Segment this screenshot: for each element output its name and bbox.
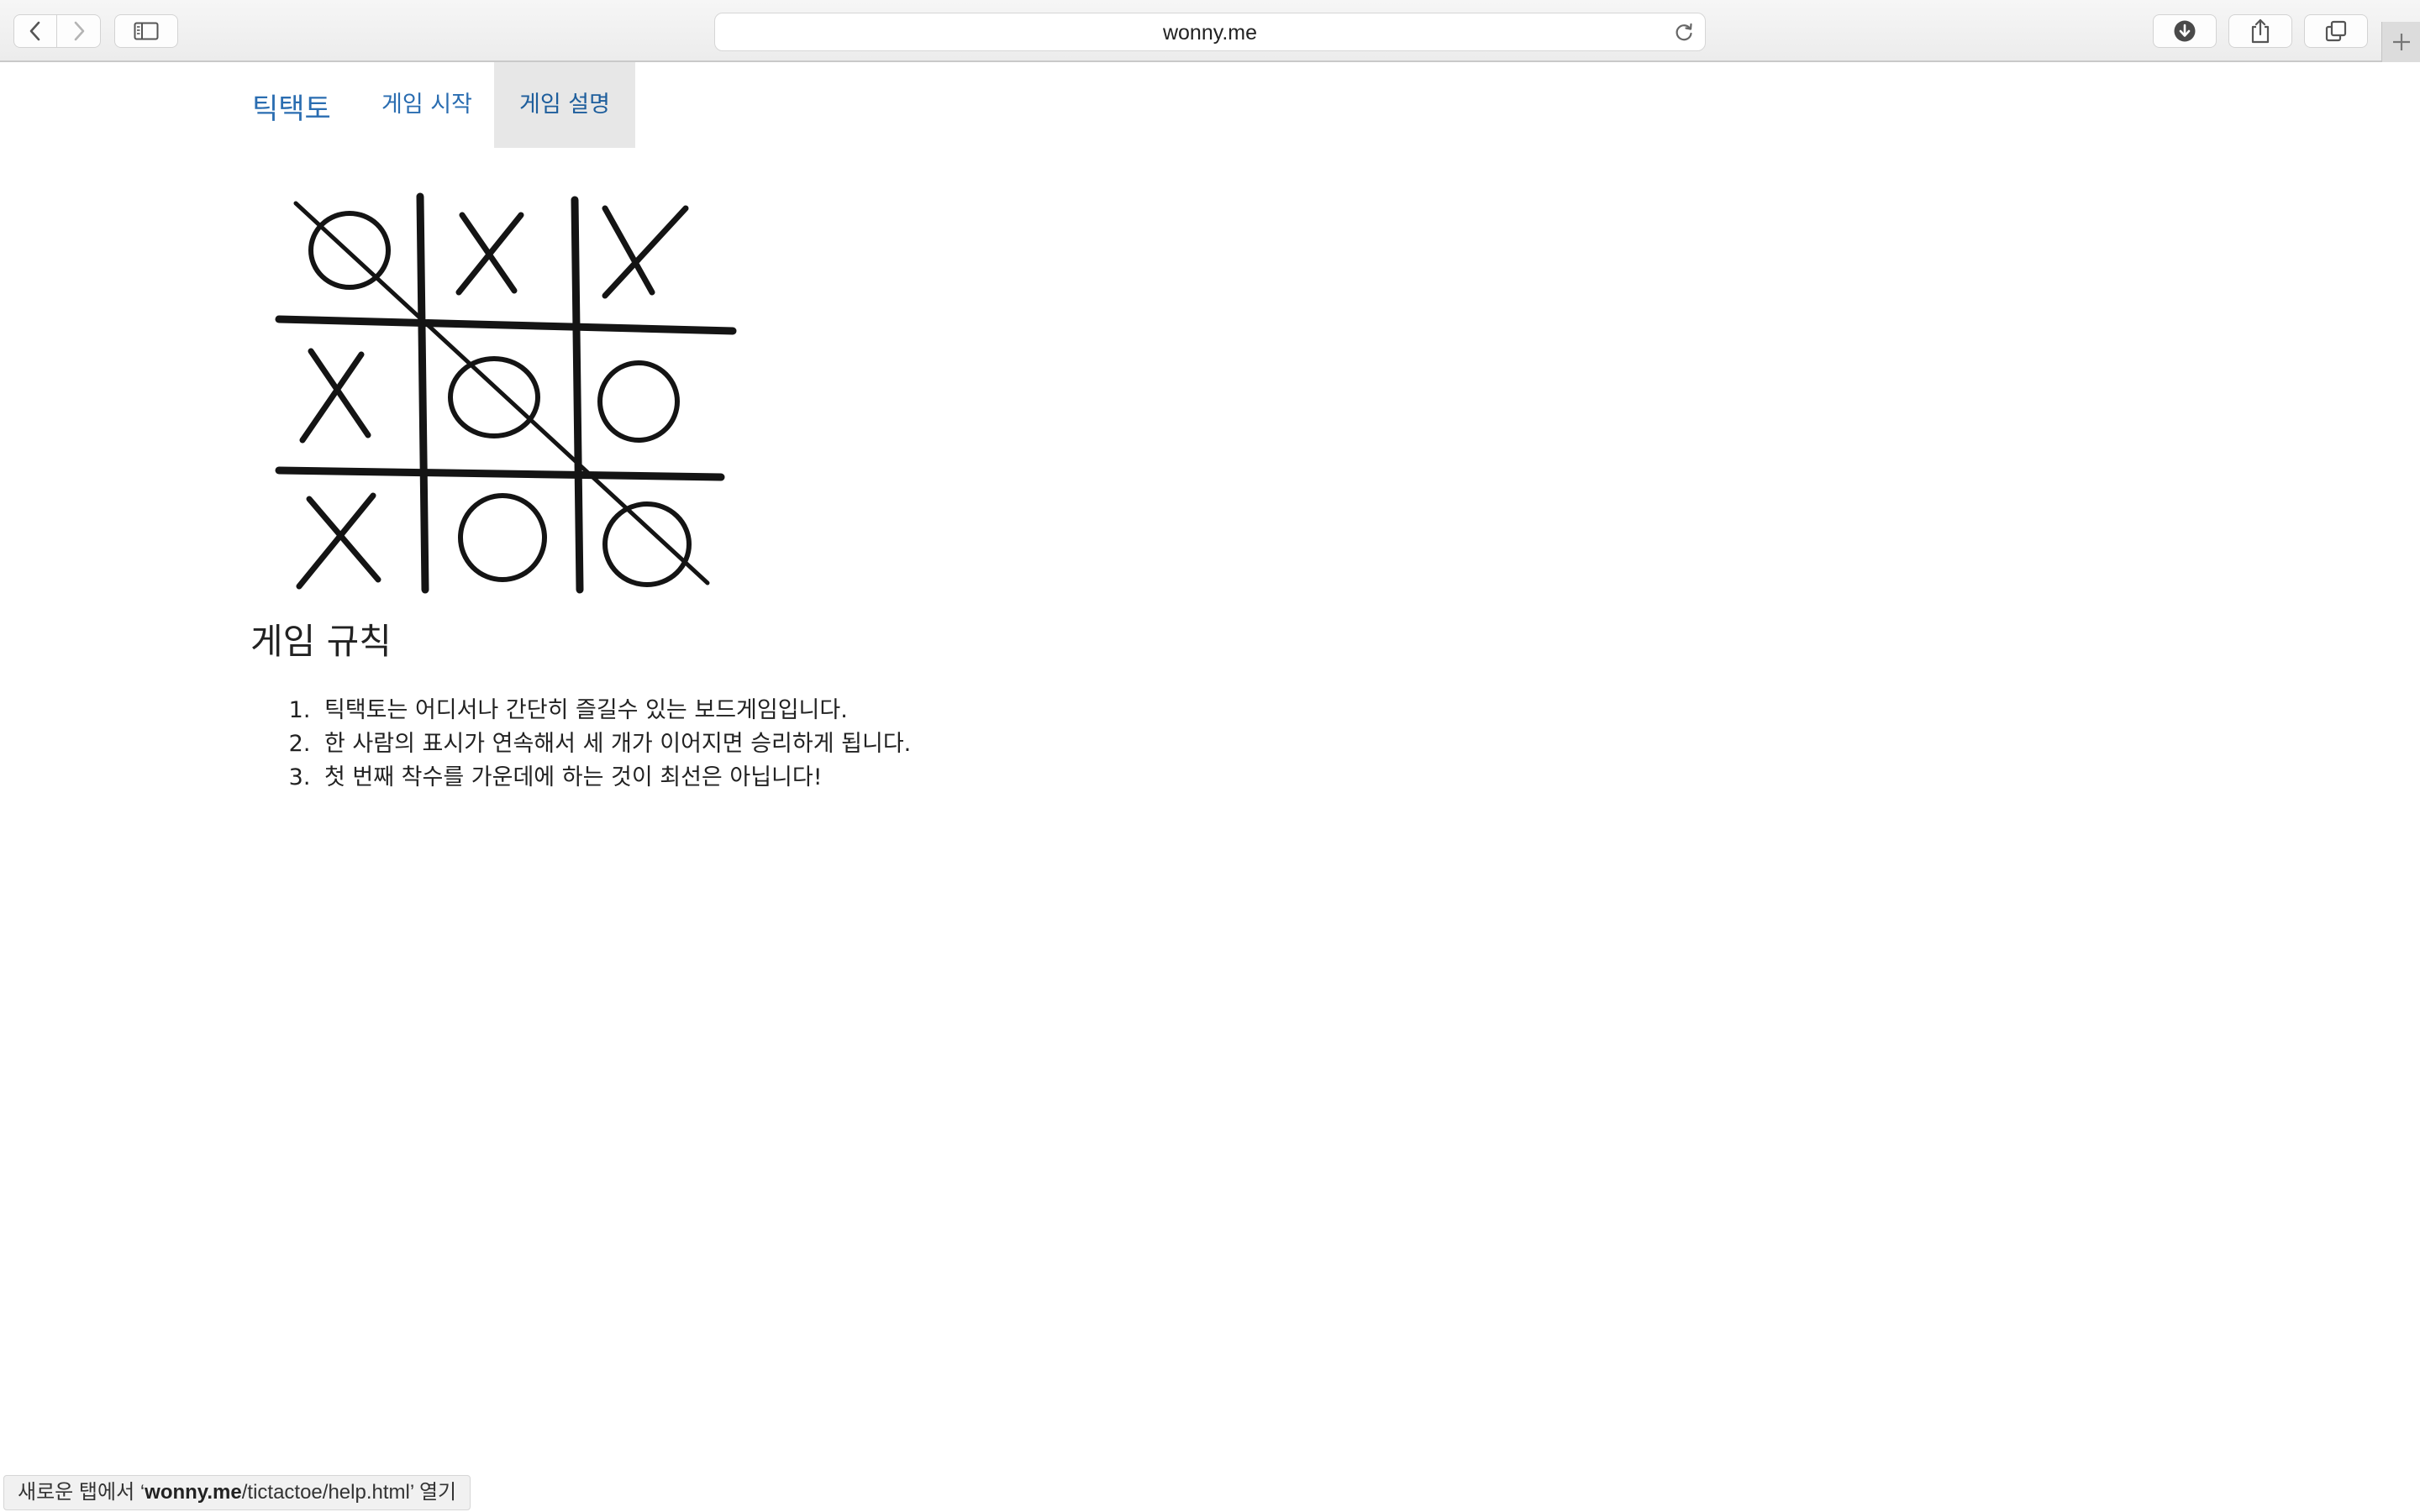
o-mark <box>597 360 680 443</box>
downloads-button[interactable] <box>2153 14 2217 48</box>
status-prefix: 새로운 탭에서 ‘ <box>18 1481 145 1504</box>
rule-item: 한 사람의 표시가 연속해서 세 개가 이어지면 승리하게 됩니다. <box>318 727 911 761</box>
grid-line <box>416 192 429 594</box>
download-icon <box>2174 20 2196 42</box>
grid-line <box>275 466 725 481</box>
reload-icon[interactable] <box>1673 21 1695 43</box>
nav-link-game-help[interactable]: 게임 설명 <box>494 62 635 148</box>
share-button[interactable] <box>2228 14 2292 48</box>
status-path: /tictactoe/help.html <box>241 1481 410 1504</box>
o-mark <box>602 501 692 587</box>
back-button[interactable] <box>13 14 57 48</box>
grid-line <box>275 315 737 335</box>
site-navbar: 틱택토 게임 시작 게임 설명 <box>0 62 2420 148</box>
rules-list: 틱택토는 어디서나 간단히 즐길수 있는 보드게임입니다. 한 사람의 표시가 … <box>286 694 911 795</box>
chevron-left-icon <box>29 21 40 41</box>
share-icon <box>2251 18 2270 44</box>
o-mark <box>448 356 540 438</box>
status-bar: 새로운 탭에서 ‘wonny.me/tictactoe/help.html’ 열… <box>3 1475 471 1510</box>
browser-toolbar: wonny.me <box>0 0 2420 62</box>
tictactoe-board-image <box>275 192 737 594</box>
new-tab-button[interactable] <box>2381 22 2420 62</box>
rules-heading: 게임 규칙 <box>250 621 392 662</box>
sidebar-icon <box>134 22 159 40</box>
sidebar-toggle-button[interactable] <box>114 14 178 48</box>
rule-item: 첫 번째 착수를 가운데에 하는 것이 최선은 아닙니다! <box>318 761 911 795</box>
x-mark <box>296 492 381 590</box>
brand-link[interactable]: 틱택토 <box>252 86 331 127</box>
o-mark <box>458 493 547 582</box>
address-text: wonny.me <box>1162 21 1258 45</box>
chevron-right-icon <box>74 21 84 41</box>
history-buttons <box>13 14 101 48</box>
grid-line <box>571 196 584 594</box>
x-mark <box>602 205 689 299</box>
x-mark <box>455 212 524 296</box>
winning-line <box>293 201 710 585</box>
plus-icon <box>2392 34 2410 50</box>
address-bar[interactable]: wonny.me <box>714 13 1706 51</box>
tab-overview-button[interactable] <box>2304 14 2368 48</box>
x-mark <box>299 348 371 444</box>
nav-link-game-start[interactable]: 게임 시작 <box>356 62 497 148</box>
status-domain: wonny.me <box>145 1481 242 1504</box>
status-suffix: ’ 열기 <box>409 1481 457 1504</box>
rule-item: 틱택토는 어디서나 간단히 즐길수 있는 보드게임입니다. <box>318 694 911 727</box>
forward-button[interactable] <box>57 14 101 48</box>
tabs-icon <box>2325 20 2347 42</box>
